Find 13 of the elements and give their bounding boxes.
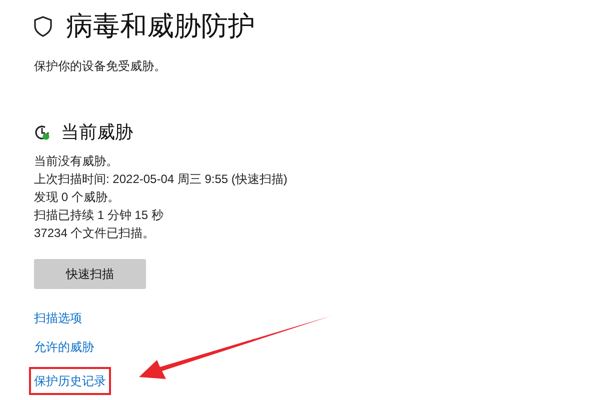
status-line: 扫描已持续 1 分钟 15 秒: [34, 207, 164, 224]
status-line: 37234 个文件已扫描。: [34, 225, 156, 242]
link[interactable]: 扫描选项: [34, 309, 82, 327]
status-line: 发现 0 个威胁。: [34, 189, 120, 206]
status-line: 上次扫描时间: 2022-05-04 周三 9:55 (快速扫描): [34, 171, 288, 188]
link[interactable]: 保护历史记录: [29, 367, 111, 395]
link[interactable]: 允许的威胁: [34, 338, 94, 356]
section-heading: 当前威胁: [61, 121, 133, 144]
page-subtitle: 保护你的设备免受威胁。: [34, 58, 167, 74]
shield-icon: [34, 16, 52, 36]
status-line: 当前没有威胁。: [34, 153, 119, 170]
quick-scan-button[interactable]: 快速扫描: [34, 259, 146, 289]
page-title: 病毒和威胁防护: [66, 10, 255, 43]
